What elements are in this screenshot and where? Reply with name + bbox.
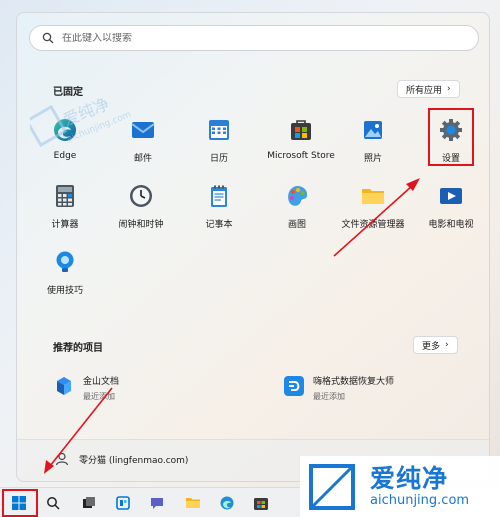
taskbar-explorer-button[interactable] [186, 496, 200, 510]
watermark-brand: 爱纯净 [370, 464, 449, 493]
task-view-icon [83, 497, 95, 508]
widgets-button[interactable] [116, 496, 130, 510]
taskbar-store-button[interactable] [254, 496, 268, 510]
watermark-logo-icon [309, 463, 355, 510]
chat-button[interactable] [150, 496, 164, 510]
watermark-logo: 爱纯净 aichunjing.com [300, 456, 500, 517]
arrow-overlay [44, 178, 420, 474]
highlight-start-button [2, 489, 38, 517]
taskbar-edge-button[interactable] [220, 496, 234, 510]
edge-icon [220, 496, 234, 510]
taskbar-search-button[interactable] [46, 496, 60, 510]
task-view-button[interactable] [82, 496, 96, 510]
store-icon [254, 498, 268, 510]
chat-icon [151, 498, 163, 509]
watermark-small: 爱纯净 aichunjing.com [24, 94, 160, 166]
folder-icon [186, 498, 200, 508]
watermark-domain: aichunjing.com [370, 493, 470, 508]
widgets-icon [116, 496, 130, 510]
search-icon [47, 497, 60, 510]
